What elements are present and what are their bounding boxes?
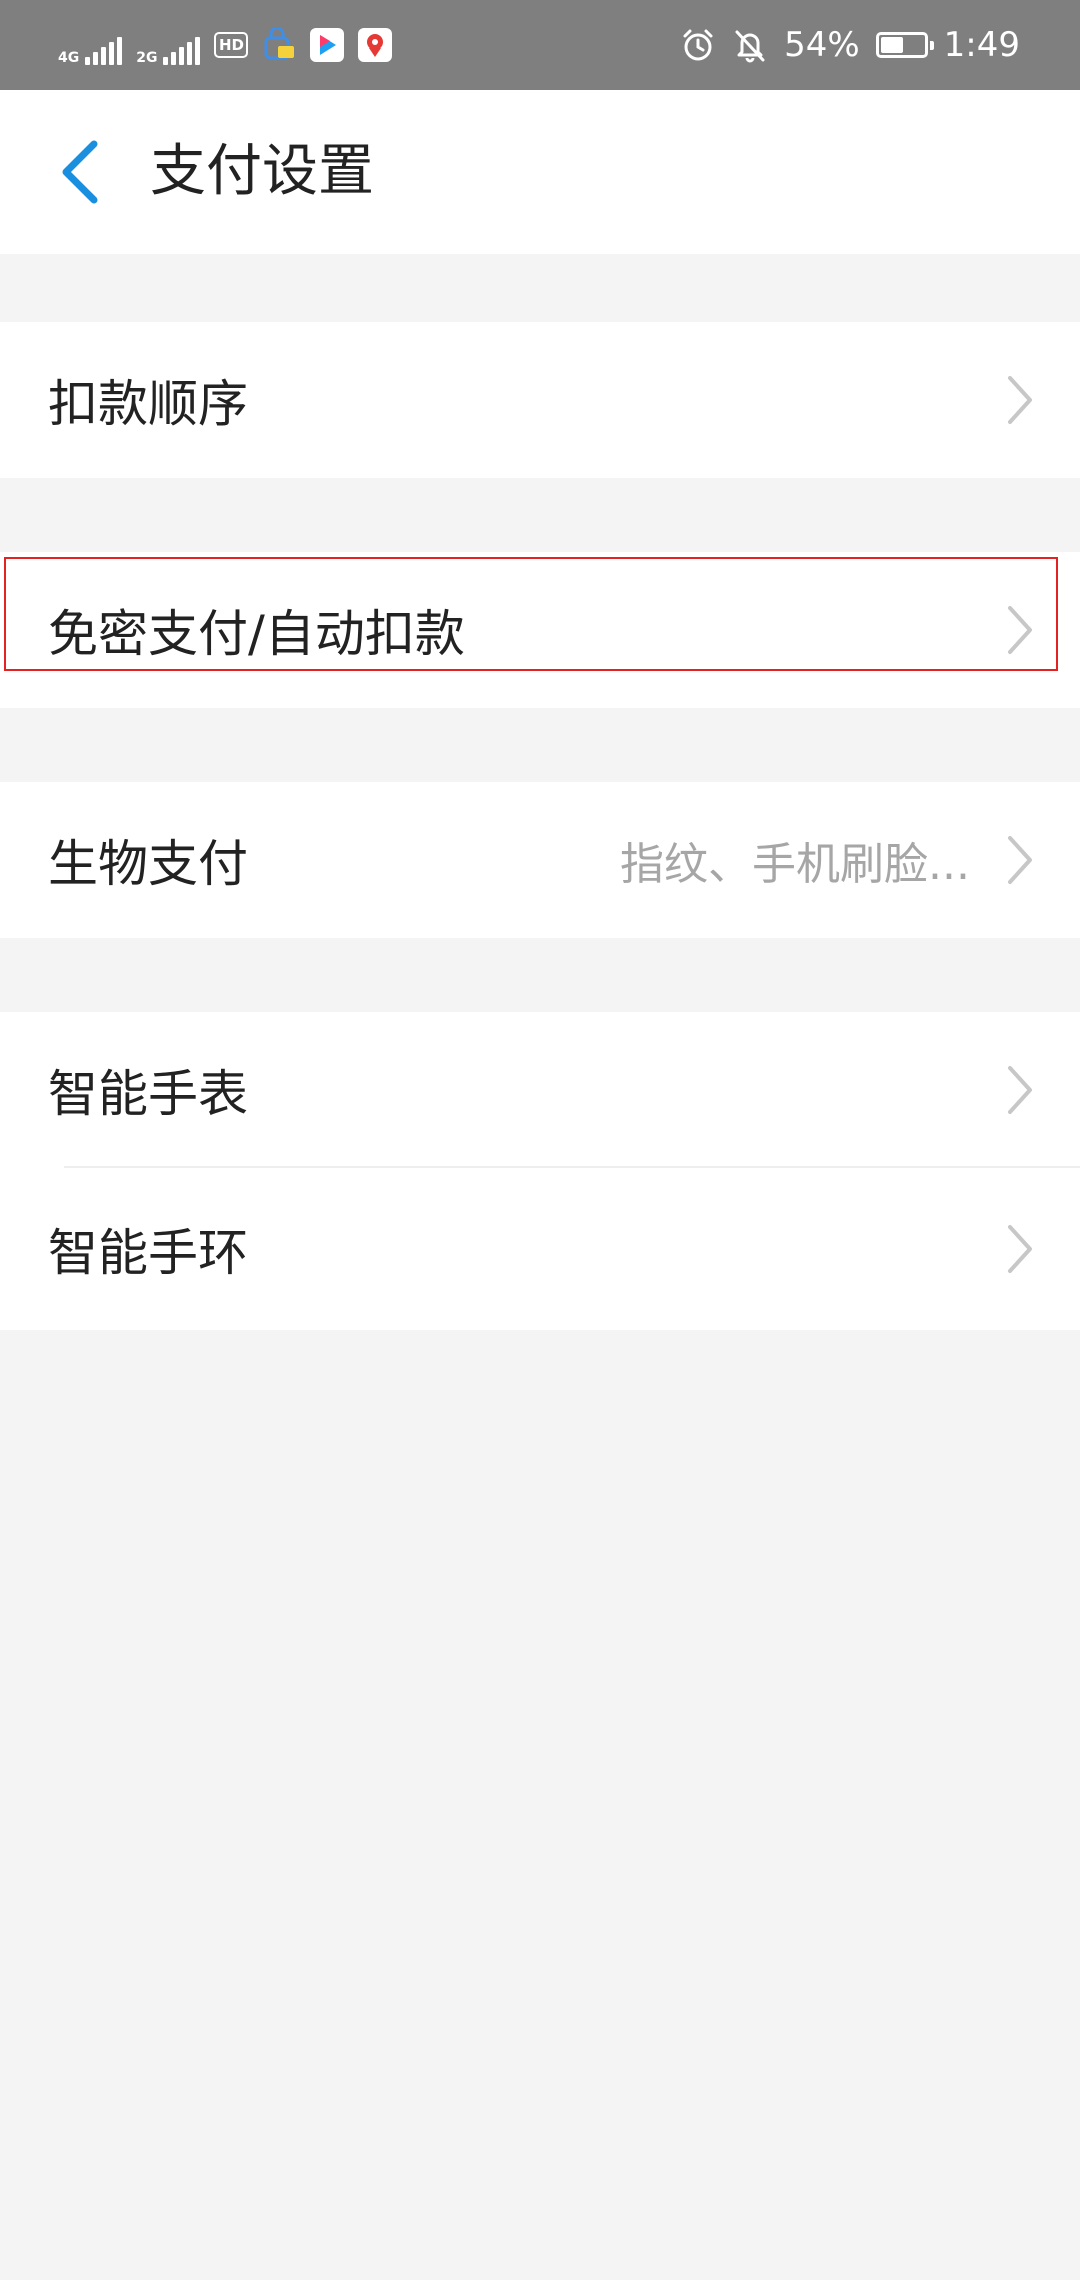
alarm-icon bbox=[683, 29, 713, 61]
settings-item-smart-watch[interactable]: 智能手表 bbox=[0, 1012, 1080, 1168]
settings-item-label: 扣款顺序 bbox=[48, 375, 248, 433]
chevron-right-icon bbox=[1008, 376, 1032, 424]
settings-item-biometric[interactable]: 生物支付 指纹、手机刷脸... bbox=[0, 782, 1080, 938]
signal-2g-label: 2G bbox=[136, 50, 158, 66]
app-root: 4G 2G HD 54% 1:49 支付设置 扣款顺序 免密支付/自动扣款 生物… bbox=[0, 0, 1080, 2280]
chevron-right-icon bbox=[1008, 836, 1032, 884]
signal-4g-tag: 4G bbox=[58, 51, 79, 65]
settings-item-deduction-order[interactable]: 扣款顺序 bbox=[0, 322, 1080, 478]
back-button[interactable] bbox=[40, 130, 120, 214]
settings-item-label: 生物支付 bbox=[48, 835, 248, 893]
signal-bars-icon bbox=[85, 37, 123, 65]
signal-4g: 4G bbox=[58, 25, 123, 65]
chevron-right-icon bbox=[1008, 1066, 1032, 1114]
hd-label: HD bbox=[218, 36, 244, 54]
signal-bars-2-icon bbox=[163, 37, 201, 65]
header: 支付设置 bbox=[0, 90, 1080, 254]
signal-4g-label: 4G bbox=[58, 50, 80, 66]
settings-item-value: 指纹、手机刷脸... bbox=[620, 839, 970, 890]
settings-item-smart-band[interactable]: 智能手环 bbox=[0, 1168, 1080, 1330]
battery-fill bbox=[880, 37, 904, 53]
settings-item-password-free[interactable]: 免密支付/自动扣款 bbox=[0, 552, 1080, 708]
clock: 1:49 bbox=[943, 25, 1020, 65]
map-app-icon bbox=[358, 28, 393, 62]
status-bar: 4G 2G HD 54% 1:49 bbox=[0, 0, 1080, 90]
chevron-right-icon bbox=[1008, 606, 1032, 654]
signal-2g: 2G bbox=[136, 25, 201, 65]
status-right-group: 54% 1:49 bbox=[680, 22, 1020, 68]
signal-2g-tag: 2G bbox=[136, 51, 157, 65]
hd-badge: HD bbox=[214, 32, 249, 58]
notification-app-icon bbox=[262, 28, 296, 62]
chevron-right-icon bbox=[1008, 1225, 1032, 1273]
chevron-left-icon bbox=[62, 140, 98, 204]
settings-item-label: 免密支付/自动扣款 bbox=[48, 605, 465, 663]
page-title: 支付设置 bbox=[150, 139, 374, 204]
battery-icon bbox=[875, 32, 934, 58]
battery-percent: 54% bbox=[784, 25, 860, 65]
mute-bell-icon bbox=[735, 30, 765, 63]
settings-item-label: 智能手环 bbox=[48, 1224, 248, 1282]
youku-app-icon bbox=[310, 28, 345, 62]
status-left-group: 4G 2G HD bbox=[58, 22, 393, 68]
settings-item-label: 智能手表 bbox=[48, 1065, 248, 1123]
